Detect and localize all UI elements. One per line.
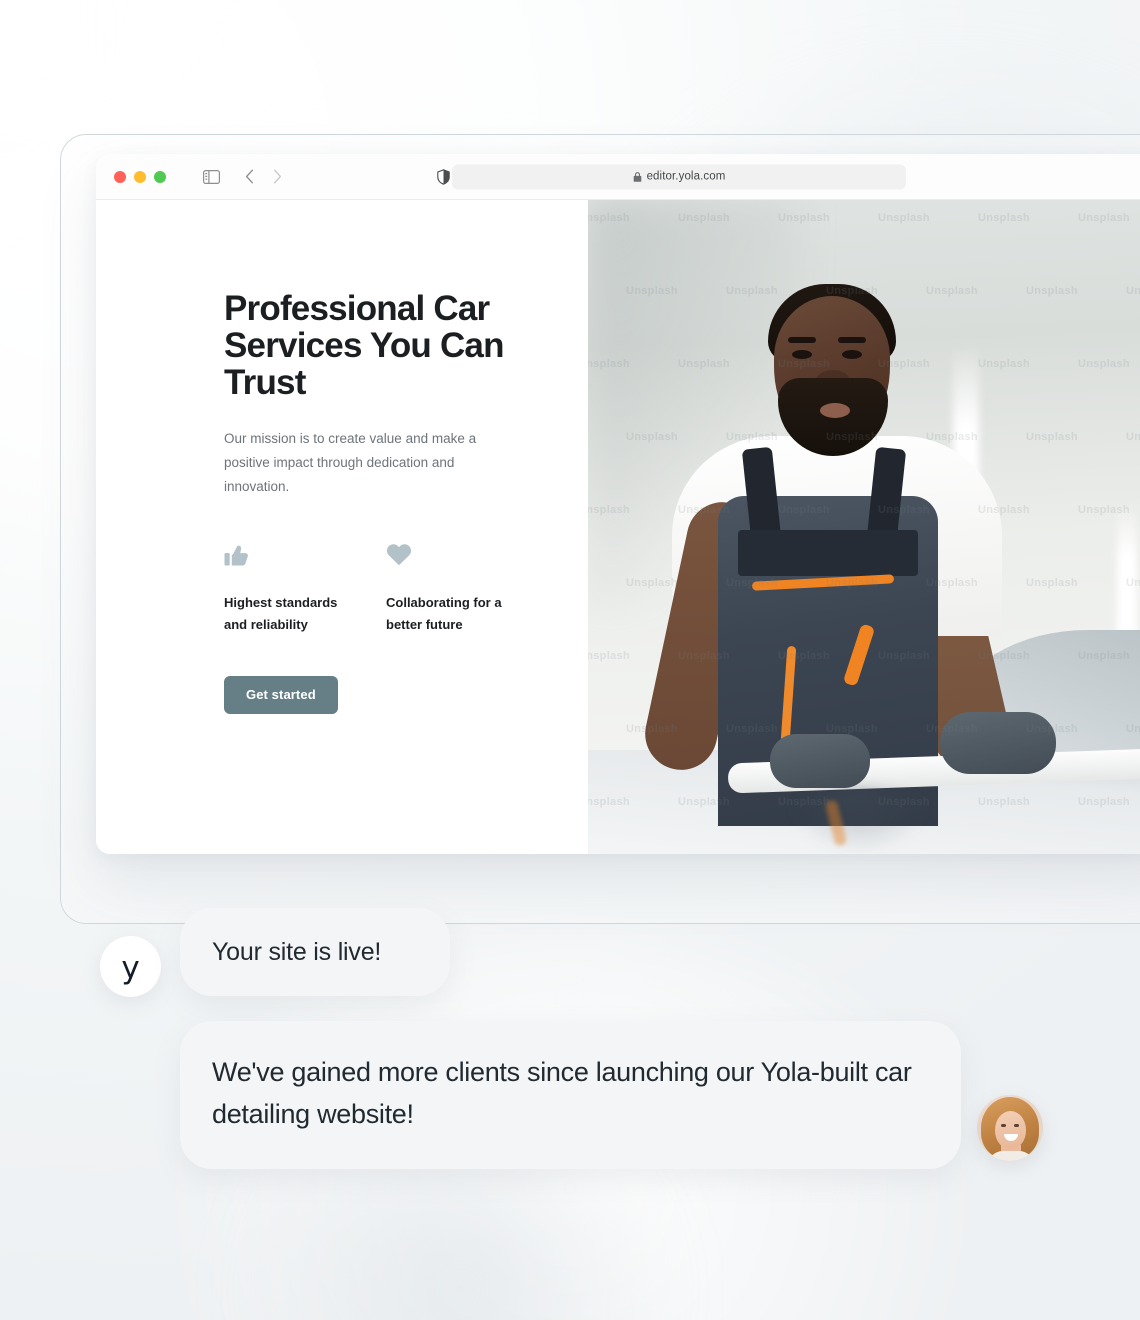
address-bar[interactable]: editor.yola.com: [452, 164, 906, 189]
feature-label: Highest standards and reliability: [224, 595, 338, 633]
hero-copy-column: Professional Car Services You Can Trust …: [96, 200, 588, 854]
feature-item: Highest standards and reliability: [224, 542, 386, 636]
hero-image-worker: [588, 200, 1140, 854]
website-canvas: Professional Car Services You Can Trust …: [96, 200, 1140, 854]
customer-avatar: [977, 1095, 1043, 1161]
close-window-button[interactable]: [114, 170, 126, 183]
chat-bubble-customer: We've gained more clients since launchin…: [180, 1021, 961, 1169]
worker-glove: [940, 712, 1056, 774]
overalls-pocket: [738, 530, 918, 576]
sidebar-icon[interactable]: [198, 164, 224, 190]
worker-eyebrow: [838, 337, 866, 343]
window-traffic-lights[interactable]: [114, 170, 166, 183]
hero-title: Professional Car Services You Can Trust: [224, 289, 504, 403]
yola-logo-mark: y: [121, 950, 140, 986]
chat-message-text: We've gained more clients since launchin…: [212, 1057, 912, 1130]
hood-reflection: [784, 788, 934, 854]
chat-bubble-yola: Your site is live!: [180, 908, 450, 996]
hero-subtitle: Our mission is to create value and make …: [224, 431, 477, 495]
thumbs-up-icon: [224, 542, 386, 570]
avatar-eye: [1001, 1124, 1006, 1127]
worker-mouth: [820, 403, 850, 418]
chat-message-text: Your site is live!: [212, 937, 382, 966]
hero-image: UnsplashUnsplashUnsplashUnsplashUnsplash…: [588, 200, 1140, 854]
zoom-window-button[interactable]: [154, 170, 166, 183]
feature-list: Highest standards and reliability Collab…: [224, 542, 588, 636]
worker-eyebrow: [788, 337, 816, 343]
worker-glove: [770, 734, 870, 788]
heart-icon: [386, 542, 548, 570]
navigation-buttons[interactable]: [236, 164, 290, 190]
minimize-window-button[interactable]: [134, 170, 146, 183]
worker-eye: [792, 350, 812, 359]
browser-window: editor.yola.com Professional Car Service…: [96, 154, 1140, 854]
address-bar-url: editor.yola.com: [646, 170, 726, 183]
chevron-left-icon[interactable]: [236, 164, 262, 190]
get-started-button[interactable]: Get started: [224, 675, 338, 714]
avatar-eye: [1014, 1124, 1019, 1127]
worker-eye: [842, 350, 862, 359]
lock-icon: [633, 171, 642, 182]
chevron-right-icon[interactable]: [264, 164, 290, 190]
avatar-face: [995, 1111, 1026, 1149]
browser-chrome-toolbar: editor.yola.com: [96, 154, 1140, 200]
yola-brand-avatar: y: [100, 936, 161, 997]
feature-label: Collaborating for a better future: [386, 595, 502, 633]
feature-item: Collaborating for a better future: [386, 542, 548, 636]
